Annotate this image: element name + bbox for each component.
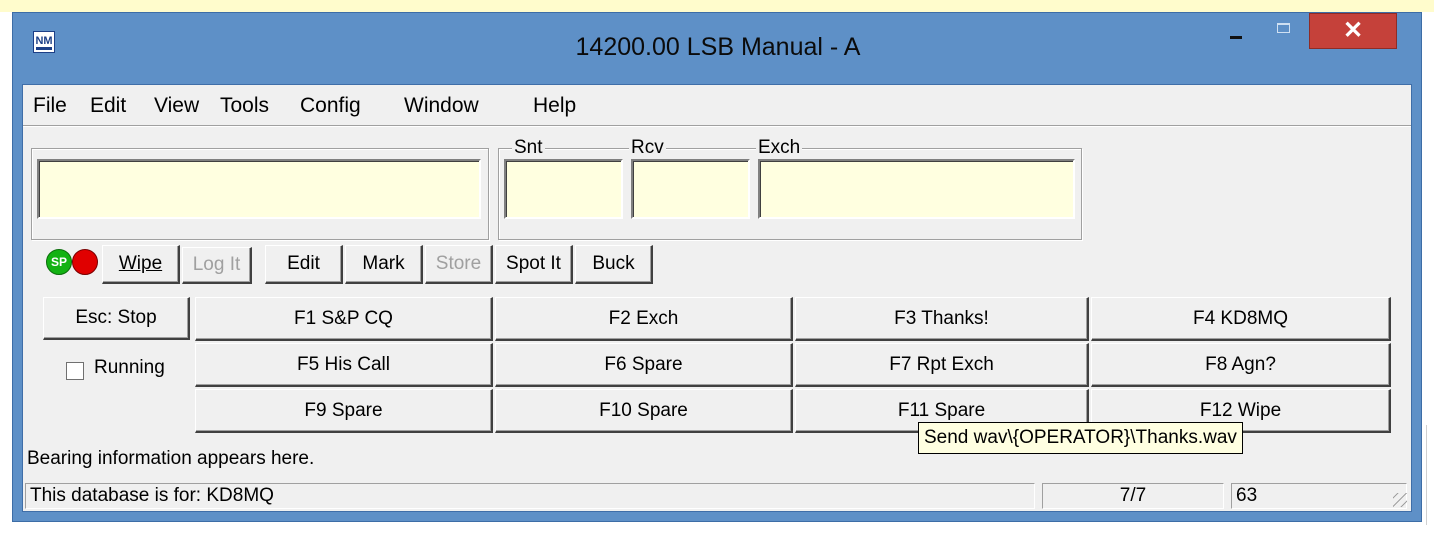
close-button[interactable]: ✕: [1309, 13, 1397, 49]
running-label: Running: [94, 357, 165, 378]
f4-button[interactable]: F4 KD8MQ: [1091, 297, 1391, 341]
menu-file[interactable]: File: [33, 94, 67, 118]
minimize-icon: [1230, 36, 1242, 39]
app-window: NM 14200.00 LSB Manual - A ✕ File Edit V…: [12, 12, 1422, 522]
f2-button[interactable]: F2 Exch: [495, 297, 793, 341]
buck-button[interactable]: Buck: [575, 245, 653, 284]
status-count: 7/7: [1042, 483, 1224, 509]
f10-button[interactable]: F10 Spare: [495, 389, 793, 433]
store-button[interactable]: Store: [425, 245, 493, 284]
status-database: This database is for: KD8MQ: [25, 483, 1035, 509]
menu-edit[interactable]: Edit: [90, 94, 126, 118]
menu-bar: File Edit View Tools Config Window Help: [23, 85, 1411, 121]
f1-button[interactable]: F1 S&P CQ: [195, 297, 493, 341]
exch-field[interactable]: [758, 159, 1075, 219]
spot-it-button[interactable]: Spot It: [495, 245, 573, 284]
f8-button[interactable]: F8 Agn?: [1091, 343, 1391, 387]
f9-button[interactable]: F9 Spare: [195, 389, 493, 433]
edit-button[interactable]: Edit: [265, 245, 343, 284]
rcv-field[interactable]: [631, 159, 750, 219]
f6-button[interactable]: F6 Spare: [495, 343, 793, 387]
log-it-button[interactable]: Log It: [182, 247, 252, 284]
menu-tools[interactable]: Tools: [220, 94, 269, 118]
client-area: File Edit View Tools Config Window Help …: [22, 84, 1412, 512]
maximize-icon: [1277, 23, 1290, 33]
desktop-strip: [0, 0, 1434, 12]
menu-view[interactable]: View: [154, 94, 199, 118]
esc-stop-button[interactable]: Esc: Stop: [43, 297, 190, 340]
f7-button[interactable]: F7 Rpt Exch: [795, 343, 1089, 387]
background-edge: [1426, 425, 1434, 525]
sp-mode-indicator[interactable]: SP: [46, 249, 72, 275]
running-checkbox[interactable]: [66, 362, 84, 380]
menu-config[interactable]: Config: [300, 94, 361, 118]
mark-button[interactable]: Mark: [345, 245, 423, 284]
rcv-label: Rcv: [629, 137, 666, 159]
record-indicator[interactable]: [72, 249, 98, 275]
snt-label: Snt: [512, 137, 545, 159]
window-title: 14200.00 LSB Manual - A: [575, 33, 861, 61]
f5-button[interactable]: F5 His Call: [195, 343, 493, 387]
wipe-button-label: Wipe: [118, 253, 163, 274]
close-icon: ✕: [1342, 17, 1364, 44]
status-bar: This database is for: KD8MQ 7/7 63: [23, 483, 1411, 511]
resize-grip-icon[interactable]: [1393, 493, 1407, 507]
bearing-info: Bearing information appears here.: [27, 448, 315, 469]
tooltip: Send wav\{OPERATOR}\Thanks.wav: [918, 422, 1243, 454]
f3-button[interactable]: F3 Thanks!: [795, 297, 1089, 341]
maximize-button[interactable]: [1261, 13, 1306, 49]
title-bar[interactable]: NM 14200.00 LSB Manual - A ✕: [13, 13, 1421, 83]
menu-divider: [23, 125, 1411, 127]
status-number: 63: [1231, 483, 1407, 509]
exch-label: Exch: [756, 137, 803, 159]
menu-window[interactable]: Window: [404, 94, 479, 118]
minimize-button[interactable]: [1213, 13, 1258, 49]
menu-help[interactable]: Help: [533, 94, 576, 118]
wipe-button[interactable]: Wipe: [102, 245, 180, 284]
snt-field[interactable]: [504, 159, 623, 219]
callsign-input[interactable]: [37, 159, 481, 219]
